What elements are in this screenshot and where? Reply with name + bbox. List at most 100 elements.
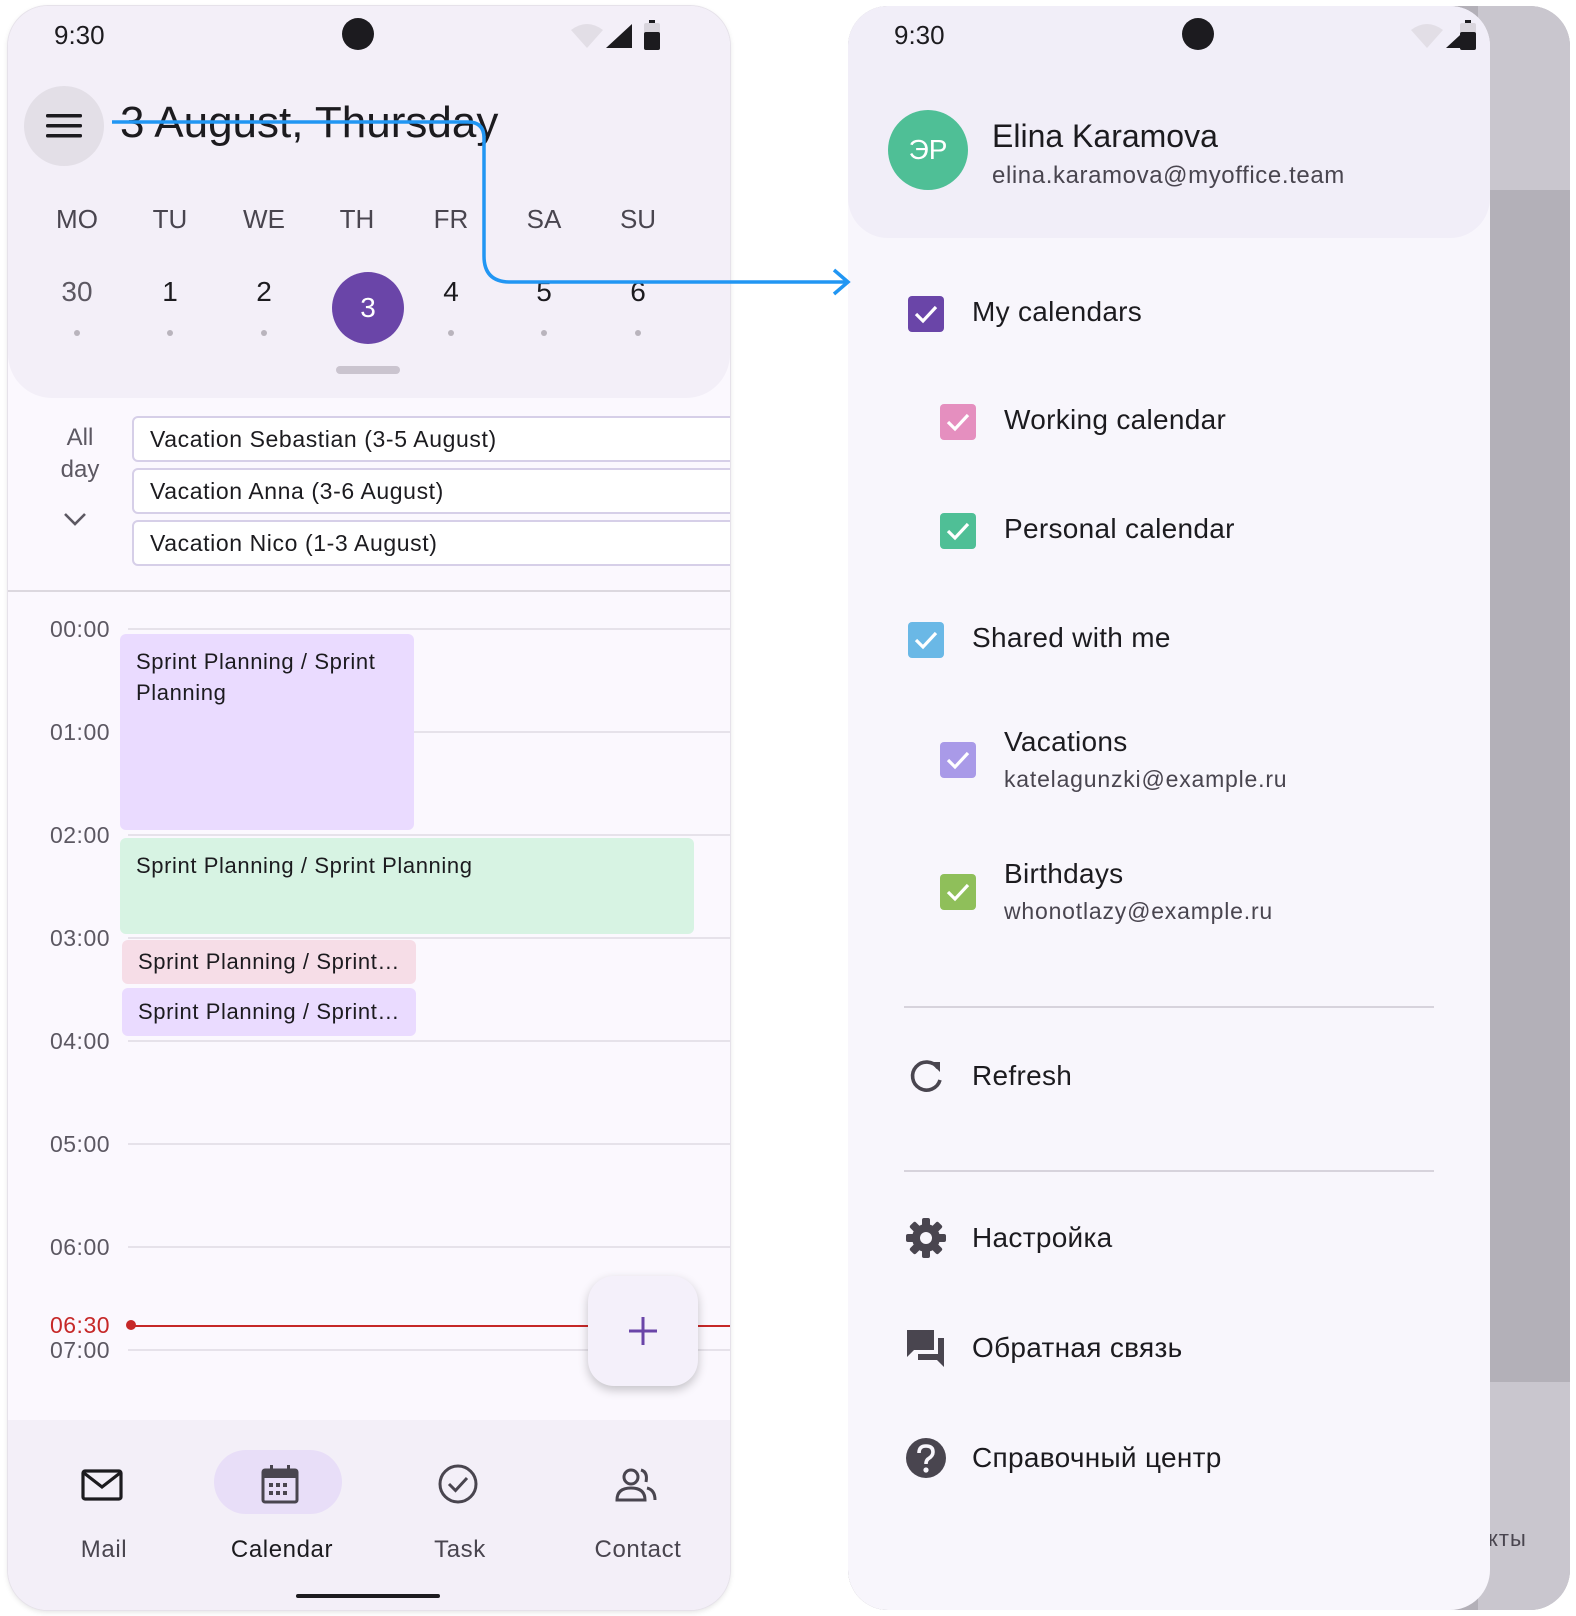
vacations-checkbox[interactable] (940, 742, 976, 778)
calendar-day-screen: 9:30 3 August, Thursday MO TU WE TH FR S… (8, 6, 730, 1610)
nav-task[interactable]: Task (372, 1440, 548, 1580)
battery-icon (1460, 20, 1476, 50)
day-cell[interactable]: 1 (125, 276, 215, 308)
my-calendars-checkbox[interactable] (908, 296, 944, 332)
check-icon (914, 631, 938, 650)
avatar[interactable]: ЭР (888, 110, 968, 190)
time-label: 07:00 (49, 1337, 111, 1363)
menu-button[interactable] (24, 86, 104, 166)
scrim-header (1478, 6, 1570, 190)
status-time: 9:30 (894, 20, 945, 50)
day-cell-selected[interactable]: 3 (332, 272, 404, 344)
nav-contact[interactable]: Contact (550, 1440, 726, 1580)
camera-cutout (342, 18, 374, 50)
event-dot (74, 330, 80, 336)
check-icon (946, 522, 970, 541)
vacations-label[interactable]: Vacations (1004, 726, 1128, 758)
day-cell[interactable]: 5 (499, 276, 589, 308)
weekday-tu: TU (152, 204, 188, 234)
check-icon (946, 413, 970, 432)
bottom-navigation: Mail Calendar Task Contact (8, 1420, 730, 1610)
weekday-th: TH (339, 204, 375, 234)
event-dot (167, 330, 173, 336)
settings-button[interactable]: Настройка (972, 1222, 1113, 1254)
day-cell[interactable]: 6 (593, 276, 683, 308)
current-time-dot (126, 1320, 136, 1330)
time-label: 06:00 (49, 1234, 111, 1260)
add-event-button[interactable] (588, 1276, 698, 1386)
nav-label: Contact (594, 1536, 682, 1563)
nav-calendar[interactable]: Calendar (194, 1440, 370, 1580)
drawer-divider (904, 1170, 1434, 1172)
hour-line (128, 628, 730, 630)
event-block[interactable]: Sprint Planning / Sprint… (122, 940, 416, 984)
event-block[interactable]: Sprint Planning / Sprint Planning (120, 838, 694, 934)
refresh-button[interactable]: Refresh (972, 1060, 1072, 1092)
drawer-divider (904, 1006, 1434, 1008)
personal-calendar-label[interactable]: Personal calendar (1004, 513, 1235, 545)
event-dot (261, 330, 267, 336)
status-time: 9:30 (54, 20, 105, 50)
time-label: 00:00 (49, 616, 111, 642)
help-icon (906, 1438, 946, 1478)
check-icon (946, 751, 970, 770)
all-day-label-line: day (60, 456, 100, 483)
peek-nav-label: кты (1488, 1526, 1527, 1551)
working-calendar-checkbox[interactable] (940, 404, 976, 440)
refresh-icon (910, 1060, 942, 1092)
scrim-bottom-nav (1478, 1382, 1570, 1610)
gear-icon (906, 1218, 946, 1258)
all-day-event[interactable]: Vacation Anna (3-6 August) (132, 468, 730, 514)
camera-cutout (1182, 18, 1214, 50)
all-day-event[interactable]: Vacation Sebastian (3-5 August) (132, 416, 730, 462)
day-cell[interactable]: 2 (219, 276, 309, 308)
weekday-fr: FR (433, 204, 469, 234)
event-block[interactable]: Sprint Planning / Sprint Planning (120, 634, 414, 830)
shared-with-me-checkbox[interactable] (908, 622, 944, 658)
weekday-sa: SA (526, 204, 562, 234)
signal-icon (606, 24, 632, 48)
birthdays-label[interactable]: Birthdays (1004, 858, 1123, 890)
battery-icon (644, 20, 660, 50)
birthdays-owner: whonotlazy@example.ru (1004, 898, 1273, 924)
drag-handle[interactable] (336, 366, 400, 374)
day-cell[interactable]: 30 (32, 276, 122, 308)
nav-mail[interactable]: Mail (16, 1440, 192, 1580)
help-center-button[interactable]: Справочный центр (972, 1442, 1222, 1474)
hour-line (128, 937, 730, 939)
hour-line (128, 1143, 730, 1145)
check-icon (946, 883, 970, 902)
birthdays-checkbox[interactable] (940, 874, 976, 910)
date-title[interactable]: 3 August, Thursday (120, 98, 498, 148)
time-label: 04:00 (49, 1028, 111, 1054)
user-name: Elina Karamova (992, 118, 1218, 154)
all-day-event[interactable]: Vacation Nico (1-3 August) (132, 520, 730, 566)
weekday-mo: MO (56, 204, 98, 234)
wifi-icon (571, 24, 603, 48)
time-label: 02:00 (49, 822, 111, 848)
time-label: 01:00 (49, 719, 111, 745)
navigation-drawer: 9:30 ЭР Elina Karamova elina.karamova@my… (848, 6, 1490, 1610)
all-day-label: All day (50, 422, 110, 486)
day-cell[interactable]: 4 (406, 276, 496, 308)
drawer-screen: кты 9:30 ЭР Elina Karamova elina.karamov… (848, 6, 1570, 1610)
personal-calendar-checkbox[interactable] (940, 513, 976, 549)
mail-icon (81, 1469, 123, 1501)
hour-line (128, 834, 730, 836)
chevron-down-icon[interactable] (62, 510, 88, 528)
all-day-label-line: All (66, 424, 94, 451)
vacations-owner: katelagunzki@example.ru (1004, 766, 1288, 792)
hour-line (128, 1040, 730, 1042)
shared-with-me-label[interactable]: Shared with me (972, 622, 1171, 654)
my-calendars-label[interactable]: My calendars (972, 296, 1142, 328)
working-calendar-label[interactable]: Working calendar (1004, 404, 1226, 436)
feedback-icon (907, 1330, 944, 1367)
check-icon (914, 305, 938, 324)
event-dot (635, 330, 641, 336)
wifi-icon (1411, 24, 1443, 48)
nav-label: Task (434, 1536, 486, 1563)
event-block[interactable]: Sprint Planning / Sprint… (122, 988, 416, 1036)
time-label: 03:00 (49, 925, 111, 951)
event-dot (448, 330, 454, 336)
feedback-button[interactable]: Обратная связь (972, 1332, 1183, 1364)
